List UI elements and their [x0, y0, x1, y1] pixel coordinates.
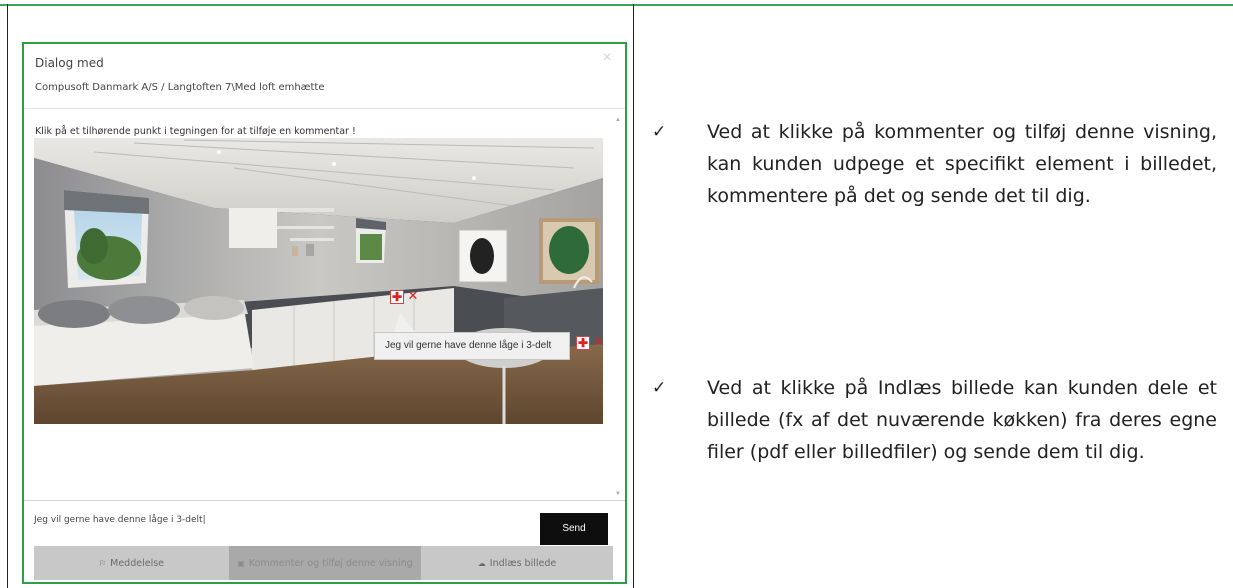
remove-comment-icon[interactable]: ✕ [592, 335, 603, 350]
send-button[interactable]: Send [540, 513, 608, 545]
remove-comment-icon[interactable]: ✕ [406, 289, 420, 304]
add-comment-icon[interactable]: ✚ [576, 336, 590, 350]
comment-dialog: Dialog med Compusoft Danmark A/S / Langt… [22, 42, 627, 584]
kitchen-scene-image [34, 138, 603, 424]
tab-indlaes-billede[interactable]: ☁ Indlæs billede [421, 546, 613, 580]
dialog-content: Klik på et tilhørende punkt i tegningen … [24, 114, 625, 500]
add-comment-icon[interactable]: ✚ [390, 290, 404, 304]
flag-icon: ⚐ [98, 558, 107, 568]
tab-label: Kommenter og tilføj denne visning [248, 557, 413, 569]
bullet-text: Ved at klikke på Indlæs billede kan kund… [707, 377, 1217, 463]
message-row: Jeg vil gerne have denne låge i 3-delt| … [24, 500, 625, 545]
dialog-header: Dialog med Compusoft Danmark A/S / Langt… [24, 44, 625, 109]
tab-meddelelse[interactable]: ⚐ Meddelelse [34, 546, 229, 580]
comment-tooltip: Jeg vil gerne have denne låge i 3-delt [374, 332, 570, 360]
dialog-subtitle: Compusoft Danmark A/S / Langtoften 7\Med… [35, 82, 325, 93]
instruction-text: Klik på et tilhørende punkt i tegningen … [35, 126, 356, 137]
tab-kommenter[interactable]: ▣ Kommenter og tilføj denne visning [229, 546, 421, 580]
bullet-text: Ved at klikke på kommenter og tilføj den… [707, 121, 1217, 207]
check-icon: ✓ [652, 122, 667, 142]
check-icon: ✓ [652, 378, 667, 398]
close-icon[interactable]: × [599, 50, 615, 66]
message-input[interactable]: Jeg vil gerne have denne låge i 3-delt| [34, 511, 534, 529]
upload-icon: ☁ [477, 558, 486, 568]
tab-label: Meddelelse [110, 557, 165, 569]
comment-marker[interactable]: ✚ ✕ [390, 289, 420, 304]
tab-label: Indlæs billede [489, 557, 557, 569]
scroll-down-icon[interactable]: ▼ [615, 490, 621, 498]
kitchen-rendering[interactable]: ✚ ✕ Jeg vil gerne have denne låge i 3-de… [34, 138, 603, 424]
scroll-up-icon[interactable]: ▲ [615, 116, 621, 124]
dialog-title: Dialog med [35, 56, 104, 70]
content-scrollbar[interactable]: ▲ ▼ [615, 114, 621, 500]
tooltip-marker[interactable]: ✚ ✕ [576, 335, 603, 350]
dialog-tabbar: ⚐ Meddelelse ▣ Kommenter og tilføj denne… [34, 546, 613, 580]
tooltip-pointer [394, 313, 416, 333]
image-icon: ▣ [237, 558, 245, 568]
